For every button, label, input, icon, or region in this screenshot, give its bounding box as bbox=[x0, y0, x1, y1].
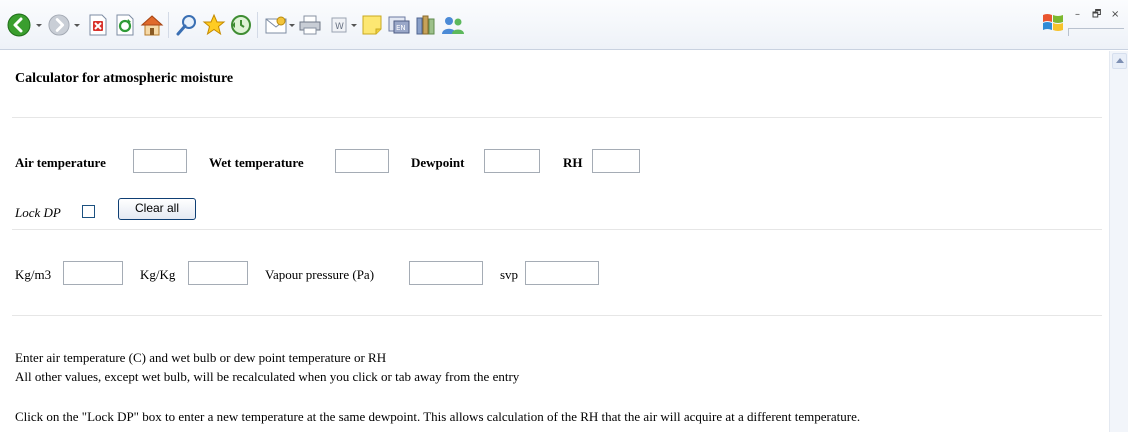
instruction-text: All other values, except wet bulb, will … bbox=[15, 369, 520, 384]
forward-dropdown-icon[interactable] bbox=[74, 24, 80, 28]
restore-button[interactable]: 🗗 bbox=[1092, 10, 1101, 20]
favorites-icon[interactable] bbox=[201, 12, 227, 38]
toolbar-separator bbox=[257, 12, 258, 38]
wet-temperature-label: Wet temperature bbox=[209, 155, 304, 170]
lock-dp-label: Lock DP bbox=[15, 205, 61, 220]
svp-label: svp bbox=[500, 267, 519, 282]
vertical-scrollbar[interactable] bbox=[1109, 51, 1128, 432]
vapour-pressure-label: Vapour pressure (Pa) bbox=[265, 267, 375, 282]
kg-kg-input[interactable] bbox=[188, 261, 248, 285]
rh-label: RH bbox=[563, 155, 583, 170]
messenger-icon[interactable]: EN bbox=[386, 12, 412, 38]
print-icon[interactable] bbox=[297, 12, 323, 38]
svg-text:EN: EN bbox=[396, 24, 406, 32]
scroll-up-icon[interactable] bbox=[1112, 53, 1127, 69]
kg-m3-input[interactable] bbox=[63, 261, 123, 285]
divider bbox=[12, 315, 1102, 316]
instruction-text: Enter air temperature (C) and wet bulb o… bbox=[15, 350, 387, 365]
contacts-icon[interactable] bbox=[440, 12, 466, 38]
air-temperature-label: Air temperature bbox=[15, 155, 106, 170]
back-icon[interactable] bbox=[6, 12, 32, 38]
notes-icon[interactable] bbox=[359, 12, 385, 38]
kg-m3-label: Kg/m3 bbox=[15, 267, 52, 282]
menu-region bbox=[1068, 28, 1124, 36]
svp-input[interactable] bbox=[525, 261, 599, 285]
page-title: Calculator for atmospheric moisture bbox=[15, 71, 234, 86]
rh-input[interactable] bbox=[592, 149, 640, 173]
mail-dropdown-icon[interactable] bbox=[289, 24, 295, 28]
forward-icon[interactable] bbox=[46, 12, 72, 38]
svg-text:W: W bbox=[335, 22, 344, 32]
lock-dp-checkbox[interactable] bbox=[82, 205, 95, 218]
edit-dropdown-icon[interactable] bbox=[351, 24, 357, 28]
instruction-text: Click on the "Lock DP" box to enter a ne… bbox=[15, 409, 861, 424]
clear-all-button[interactable]: Clear all bbox=[118, 198, 196, 220]
dewpoint-input[interactable] bbox=[484, 149, 540, 173]
refresh-icon[interactable] bbox=[112, 12, 138, 38]
mail-icon[interactable] bbox=[263, 12, 289, 38]
browser-toolbar: W EN – 🗗 × bbox=[0, 0, 1128, 50]
wet-temperature-input[interactable] bbox=[335, 149, 389, 173]
minimize-button[interactable]: – bbox=[1075, 10, 1080, 20]
research-icon[interactable] bbox=[413, 12, 439, 38]
divider bbox=[12, 229, 1102, 230]
search-icon[interactable] bbox=[174, 12, 200, 38]
home-icon[interactable] bbox=[139, 12, 165, 38]
vapour-pressure-input[interactable] bbox=[409, 261, 483, 285]
windows-logo-icon bbox=[1040, 11, 1066, 35]
dewpoint-label: Dewpoint bbox=[411, 155, 465, 170]
back-dropdown-icon[interactable] bbox=[36, 24, 42, 28]
close-button[interactable]: × bbox=[1111, 10, 1119, 20]
toolbar-separator bbox=[168, 12, 169, 38]
divider bbox=[12, 117, 1102, 118]
air-temperature-input[interactable] bbox=[133, 149, 187, 173]
stop-icon[interactable] bbox=[85, 12, 111, 38]
edit-icon[interactable]: W bbox=[326, 12, 352, 38]
history-icon[interactable] bbox=[228, 12, 254, 38]
kg-kg-label: Kg/Kg bbox=[140, 267, 176, 282]
